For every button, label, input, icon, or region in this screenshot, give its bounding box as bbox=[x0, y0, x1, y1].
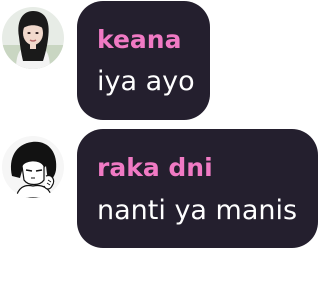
message-1: keana iya ayo bbox=[0, 0, 320, 125]
avatar-raka-dni[interactable] bbox=[2, 136, 64, 198]
message-2: raka dni nanti ya manis bbox=[0, 125, 320, 255]
message-text: iya ayo bbox=[97, 66, 195, 97]
woman-portrait-icon bbox=[2, 7, 64, 69]
message-bubble[interactable]: keana iya ayo bbox=[77, 1, 210, 120]
sender-name[interactable]: raka dni bbox=[97, 155, 213, 180]
sender-name[interactable]: keana bbox=[97, 27, 181, 52]
message-bubble[interactable]: raka dni nanti ya manis bbox=[77, 129, 318, 248]
anime-character-icon bbox=[2, 136, 64, 198]
message-text: nanti ya manis bbox=[97, 195, 298, 226]
avatar-keana[interactable] bbox=[2, 7, 64, 69]
